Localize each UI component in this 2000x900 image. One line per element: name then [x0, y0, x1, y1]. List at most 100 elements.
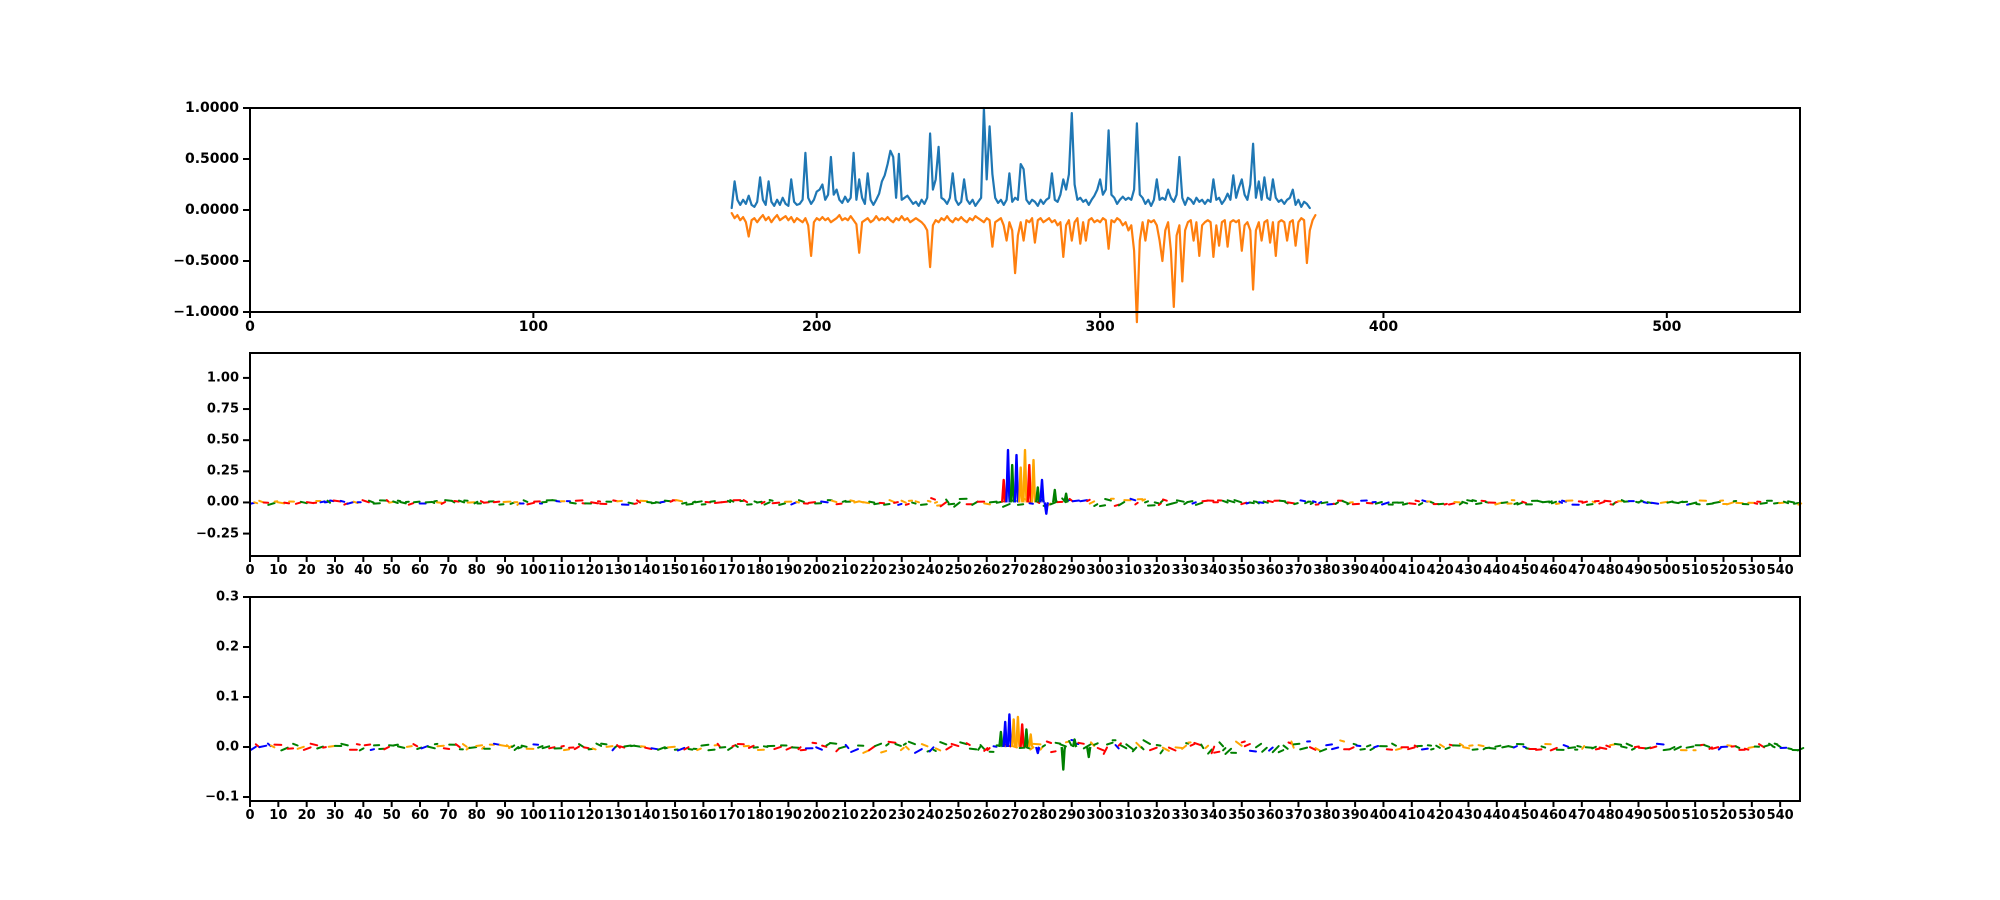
x-tick-label: 370: [1284, 808, 1313, 823]
x-tick-label: 100: [519, 808, 547, 823]
noise-mark: [1204, 744, 1210, 750]
noise-mark: [249, 745, 257, 751]
noise-mark: [1662, 748, 1672, 752]
x-tick-label: 350: [1228, 808, 1256, 823]
noise-mark: [1391, 742, 1397, 747]
base-spike-C: [1005, 448, 1011, 503]
x-tick-label: 300: [1086, 563, 1114, 578]
noise-mark: [1477, 744, 1485, 748]
noise-mark: [1261, 746, 1268, 753]
noise-mark: [1734, 745, 1741, 749]
noise-mark: [888, 499, 896, 503]
noise-mark: [468, 746, 478, 749]
noise-mark: [1299, 499, 1307, 503]
noise-mark: [1637, 746, 1647, 750]
x-tick-label: 90: [495, 563, 515, 578]
noise-mark: [674, 499, 684, 503]
noise-mark: [868, 500, 876, 504]
noise-mark: [1025, 746, 1032, 750]
x-tick-label: 140: [633, 563, 661, 578]
x-tick-label: 460: [1539, 808, 1568, 823]
noise-mark: [1243, 743, 1251, 748]
x-tick-label: 280: [1029, 808, 1057, 823]
noise-mark: [511, 744, 516, 748]
noise-mark: [1787, 500, 1795, 504]
noise-mark: [283, 501, 291, 505]
y-tick-label: 1.00: [206, 370, 239, 386]
base-spike-T: [1026, 463, 1033, 503]
noise-mark: [720, 500, 729, 504]
noise-mark: [709, 500, 716, 503]
y-tick-label: 0.25: [206, 463, 239, 479]
y-tick-label: 0.0000: [184, 202, 239, 218]
x-tick-label: 480: [1596, 808, 1624, 823]
noise-mark: [1016, 503, 1025, 506]
y-tick-label: −0.5000: [173, 253, 239, 269]
noise-mark: [1649, 745, 1658, 750]
y-tick-label: −0.25: [196, 526, 239, 542]
x-tick-label: 540: [1766, 563, 1794, 578]
x-tick-label: 420: [1426, 563, 1454, 578]
x-tick-label: 90: [495, 808, 515, 823]
x-tick-label: 530: [1738, 808, 1766, 823]
base-spike-A: [998, 730, 1004, 748]
noise-mark: [1086, 498, 1091, 503]
axes-spines: [249, 107, 1801, 313]
noise-mark: [799, 748, 807, 752]
noise-mark: [763, 501, 771, 506]
y-tick-label: 0.0: [215, 739, 239, 755]
noise-mark: [562, 748, 571, 752]
noise-mark: [1054, 741, 1062, 745]
x-tick-label: 320: [1143, 808, 1171, 823]
noise-mark: [1567, 746, 1577, 750]
noise-mark: [795, 500, 800, 504]
negative-trace-line: [730, 211, 1317, 324]
noise-mark: [914, 748, 923, 754]
noise-mark: [914, 500, 920, 504]
noise-mark: [369, 748, 375, 751]
noise-mark: [1149, 746, 1158, 752]
x-tick-label: 210: [831, 808, 859, 823]
noise-mark: [526, 501, 536, 506]
noise-mark: [1512, 745, 1518, 749]
x-tick-label: 470: [1568, 808, 1596, 823]
x-tick-label: 270: [1001, 563, 1029, 578]
noise-mark: [849, 499, 856, 503]
noise-mark: [1002, 503, 1011, 508]
noise-mark: [902, 742, 907, 746]
noise-mark: [1319, 748, 1328, 753]
x-tick-label: 350: [1228, 563, 1256, 578]
x-tick-label: 120: [576, 563, 604, 578]
noise-mark: [880, 749, 888, 754]
noise-mark: [1088, 500, 1096, 505]
base-spike-A: [1035, 486, 1041, 503]
x-tick-label: 250: [944, 563, 972, 578]
x-tick-label: 30: [325, 563, 345, 578]
noise-mark: [605, 745, 614, 748]
noise-mark: [1339, 739, 1346, 743]
noise-mark: [1407, 746, 1416, 751]
noise-mark: [667, 745, 676, 749]
noise-mark: [1248, 749, 1257, 753]
noise-mark: [1540, 745, 1547, 749]
noise-mark: [1395, 747, 1403, 751]
noise-mark: [1348, 746, 1355, 751]
noise-mark: [815, 746, 823, 751]
noise-mark: [760, 500, 766, 505]
x-tick-label: 230: [888, 563, 916, 578]
x-tick-label: 300: [1085, 319, 1115, 335]
noise-mark: [412, 500, 421, 504]
noise-mark: [830, 499, 838, 504]
x-tick-label: 40: [354, 563, 373, 578]
noise-mark: [718, 746, 727, 749]
noise-mark: [1191, 501, 1197, 505]
noise-mark: [573, 745, 580, 751]
y-tick-label: 0.2: [215, 639, 239, 655]
noise-mark: [893, 501, 899, 504]
noise-mark: [716, 742, 721, 748]
noise-mark: [1157, 502, 1162, 506]
x-tick-label: 190: [774, 563, 802, 578]
x-tick-label: 260: [973, 563, 1001, 578]
noise-mark: [1753, 502, 1759, 505]
noise-mark: [862, 501, 871, 505]
